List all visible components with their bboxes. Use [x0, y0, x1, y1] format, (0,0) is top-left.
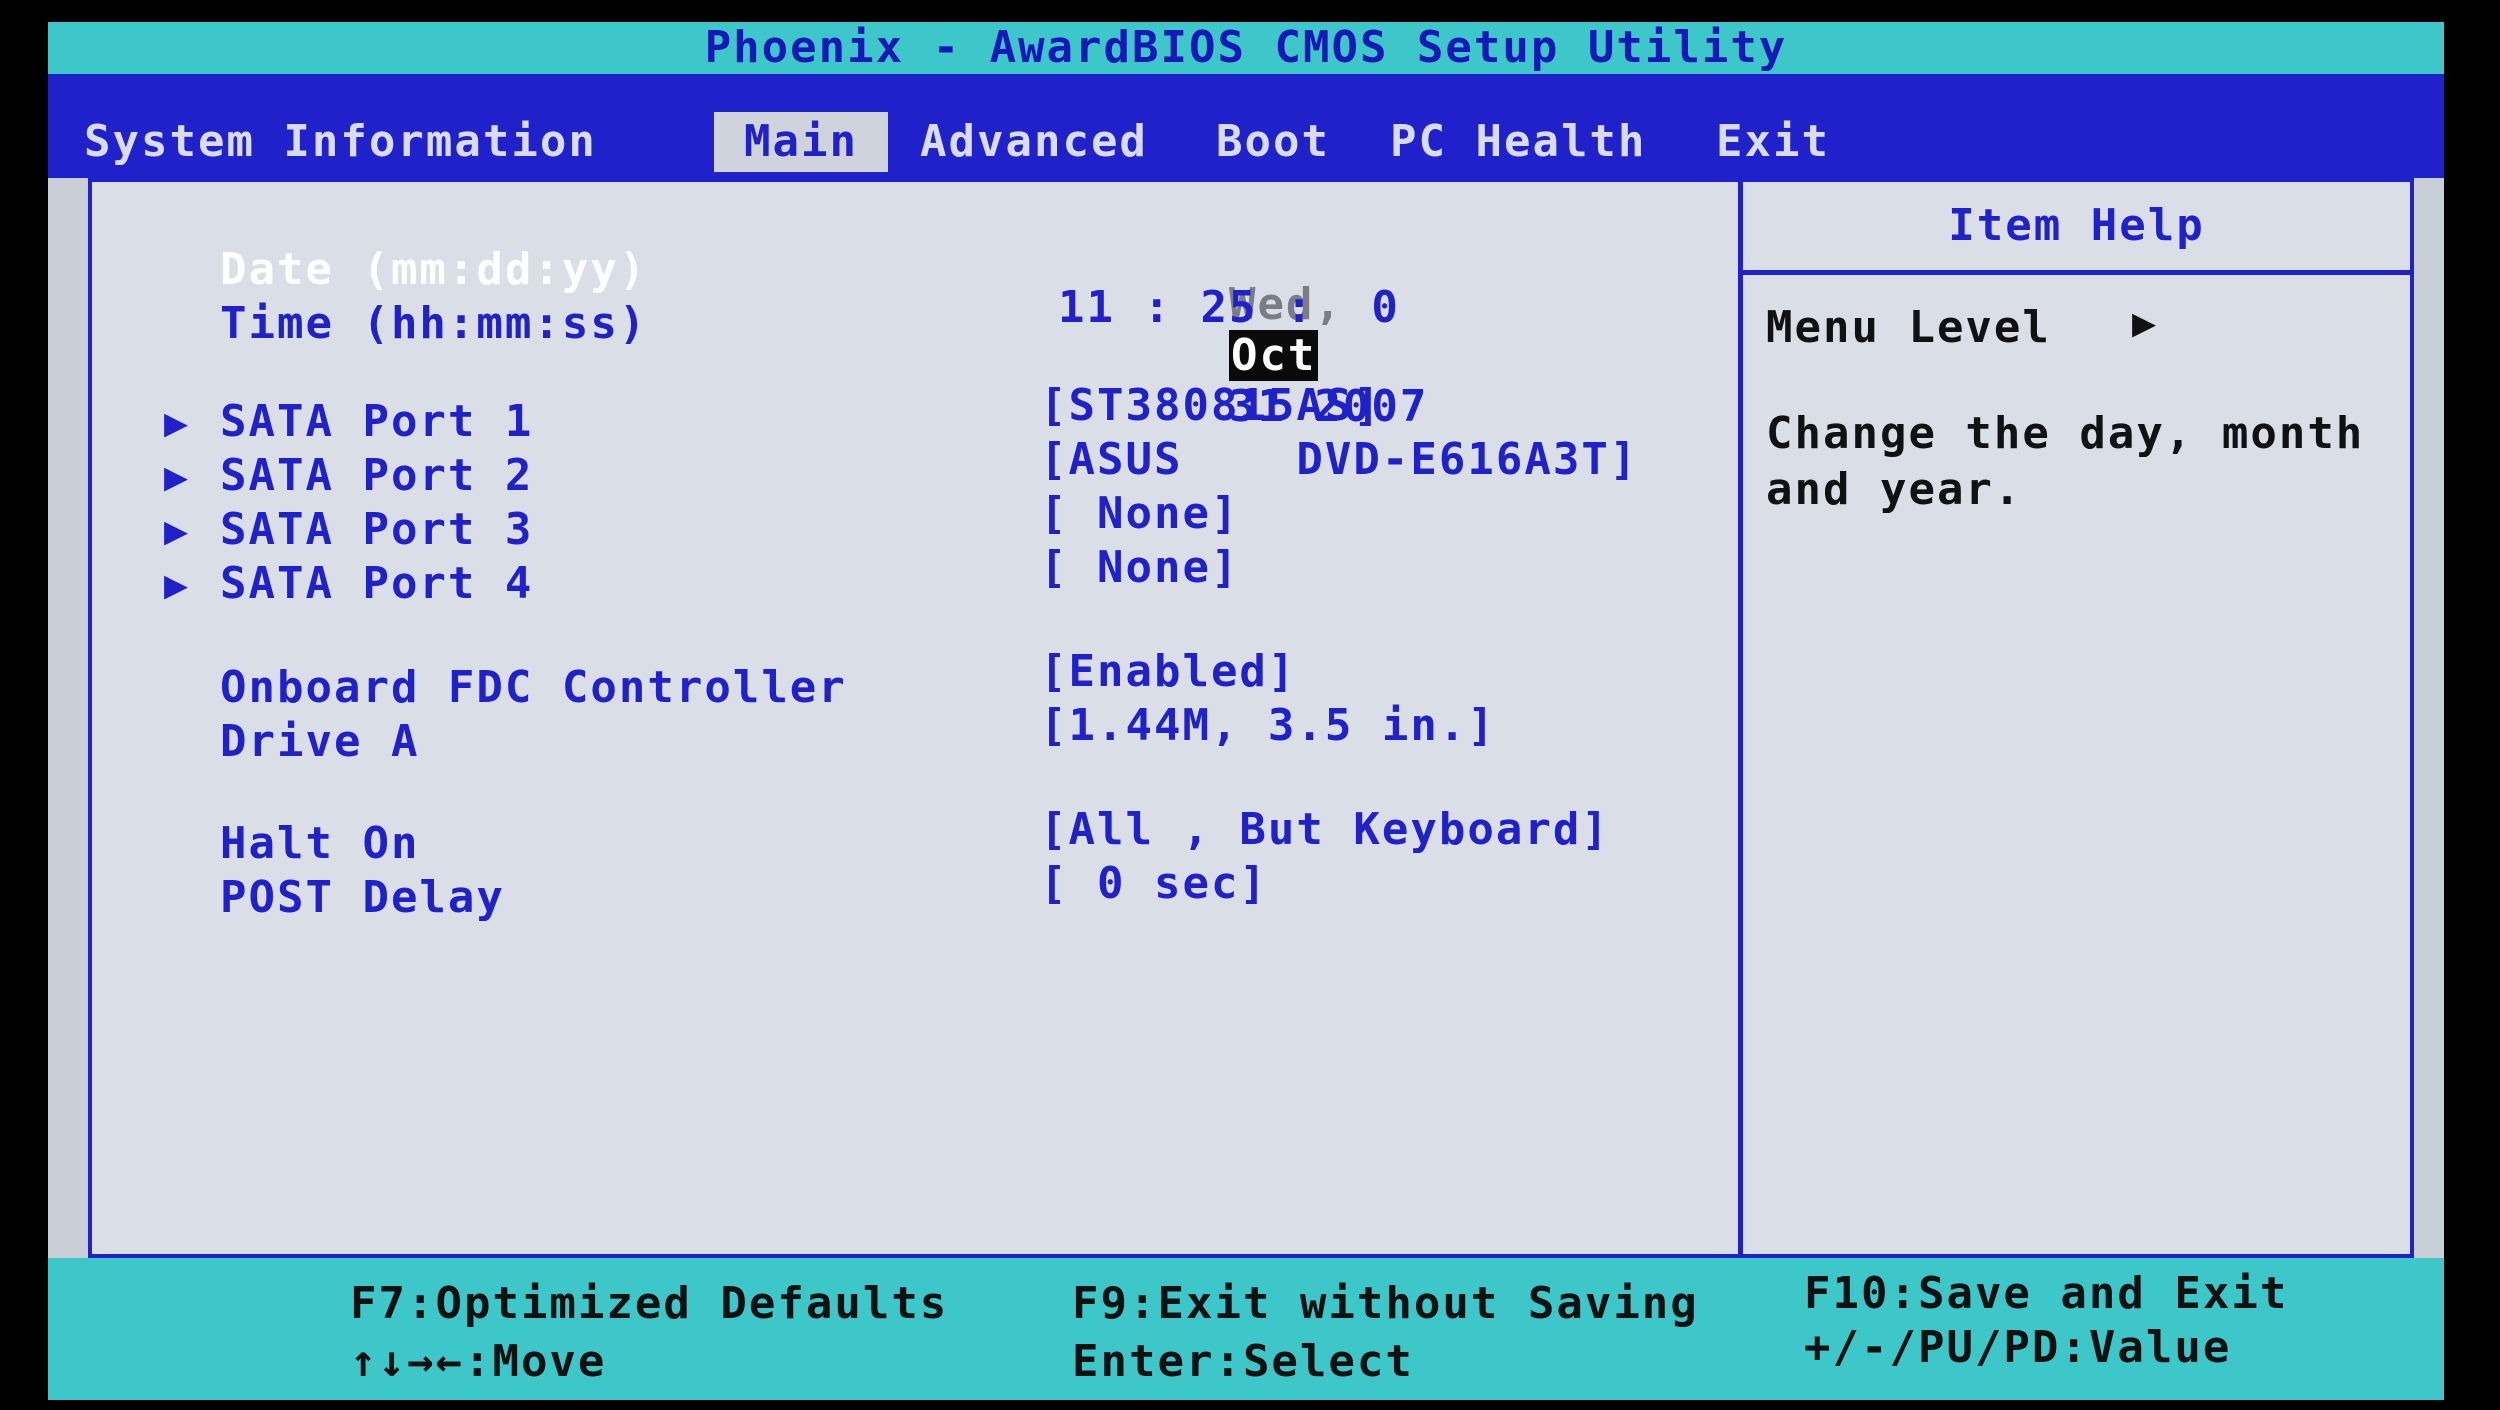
- help-text-line-1: Change the day, month: [1766, 408, 2365, 459]
- menu-level-label: Menu Level: [1766, 302, 2051, 353]
- item-help-title: Item Help: [1948, 200, 2205, 251]
- sata-port-4-label[interactable]: SATA Port 4: [220, 558, 533, 609]
- title-bar: Phoenix - AwardBIOS CMOS Setup Utility: [48, 22, 2444, 74]
- drive-a-value[interactable]: [1.44M, 3.5 in.]: [1040, 700, 1496, 751]
- footer-keys: F7:Optimized Defaults ↑↓→←:Move F9:Exit …: [48, 1258, 2444, 1400]
- post-delay-value[interactable]: [ 0 sec]: [1040, 858, 1268, 909]
- tab-main[interactable]: Main: [714, 112, 888, 172]
- f9-exit-without-saving: F9:Exit without Saving: [1072, 1278, 1699, 1329]
- tab-boot[interactable]: Boot: [1216, 112, 1330, 172]
- sata-port-3-value[interactable]: [ None]: [1040, 488, 1239, 539]
- sata-port-4-value[interactable]: [ None]: [1040, 542, 1239, 593]
- tab-pc-health[interactable]: PC Health: [1390, 112, 1646, 172]
- help-text-line-2: and year.: [1766, 464, 2023, 515]
- tab-exit[interactable]: Exit: [1716, 112, 1830, 172]
- f10-save-and-exit: F10:Save and Exit: [1804, 1268, 2289, 1319]
- date-month-selected[interactable]: Oct: [1228, 330, 1319, 381]
- tab-system-information[interactable]: System Information: [84, 112, 597, 172]
- post-delay-label[interactable]: POST Delay: [220, 872, 505, 923]
- value-keys: +/-/PU/PD:Value: [1804, 1322, 2232, 1373]
- time-value[interactable]: 11 : 25 : 0: [1058, 282, 1400, 333]
- sata-port-4-arrow-icon: ▶: [164, 562, 189, 608]
- settings-panel: Date (mm:dd:yy) Time (hh:mm:ss) ▶ SATA P…: [88, 178, 2414, 1258]
- tab-advanced[interactable]: Advanced: [920, 112, 1148, 172]
- sata-port-3-label[interactable]: SATA Port 3: [220, 504, 533, 555]
- sata-port-2-label[interactable]: SATA Port 2: [220, 450, 533, 501]
- move-keys: ↑↓→←:Move: [350, 1336, 607, 1387]
- sata-port-2-value[interactable]: [ASUS DVD-E616A3T]: [1040, 434, 1638, 485]
- sata-port-1-label[interactable]: SATA Port 1: [220, 396, 533, 447]
- menu-level-arrow-icon: ▶: [2132, 300, 2159, 346]
- f7-optimized-defaults: F7:Optimized Defaults: [350, 1278, 949, 1329]
- onboard-fdc-label[interactable]: Onboard FDC Controller: [220, 662, 847, 713]
- halt-on-label[interactable]: Halt On: [220, 818, 419, 869]
- date-label[interactable]: Date (mm:dd:yy): [220, 244, 647, 295]
- sata-port-1-arrow-icon: ▶: [164, 400, 189, 446]
- menu-bar: System Information Main Advanced Boot PC…: [48, 74, 2444, 178]
- time-label[interactable]: Time (hh:mm:ss): [220, 298, 647, 349]
- drive-a-label[interactable]: Drive A: [220, 716, 419, 767]
- enter-select: Enter:Select: [1072, 1336, 1414, 1387]
- halt-on-value[interactable]: [All , But Keyboard]: [1040, 804, 1610, 855]
- panel-divider: [1738, 182, 1743, 1254]
- sata-port-3-arrow-icon: ▶: [164, 508, 189, 554]
- sata-port-1-value[interactable]: [ST380815AS]: [1040, 380, 1382, 431]
- bios-screen: Phoenix - AwardBIOS CMOS Setup Utility S…: [48, 22, 2444, 1400]
- sata-port-2-arrow-icon: ▶: [164, 454, 189, 500]
- help-separator: [1743, 270, 2410, 275]
- onboard-fdc-value[interactable]: [Enabled]: [1040, 646, 1296, 697]
